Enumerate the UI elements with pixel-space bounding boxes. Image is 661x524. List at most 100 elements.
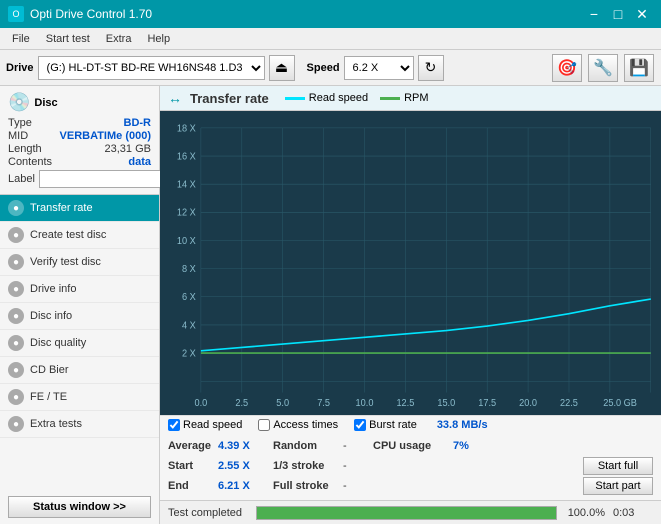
- svg-text:5.0: 5.0: [276, 398, 289, 410]
- minimize-button[interactable]: −: [583, 4, 605, 24]
- svg-text:17.5: 17.5: [478, 398, 496, 410]
- app-icon: O: [8, 6, 24, 22]
- drive-label: Drive: [6, 62, 34, 74]
- titlebar: O Opti Drive Control 1.70 − □ ✕: [0, 0, 661, 28]
- svg-text:6 X: 6 X: [182, 292, 196, 304]
- disc-header: 💿 Disc: [8, 92, 151, 113]
- legend-read-speed-label: Read speed: [309, 92, 368, 104]
- speed-select[interactable]: 6.2 X: [344, 56, 414, 80]
- nav-item-transfer-rate[interactable]: ● Transfer rate: [0, 195, 159, 222]
- status-window-button[interactable]: Status window >>: [8, 496, 151, 518]
- nav-icon-fe-te: ●: [8, 389, 24, 405]
- start-full-button[interactable]: Start full: [583, 457, 653, 475]
- nav-label-extra-tests: Extra tests: [30, 418, 82, 430]
- nav-icon-cd-bier: ●: [8, 362, 24, 378]
- menu-item-start-test[interactable]: Start test: [38, 31, 98, 47]
- nav-item-verify-test-disc[interactable]: ●Verify test disc: [0, 249, 159, 276]
- read-speed-checkbox[interactable]: [168, 419, 180, 431]
- main-layout: 💿 Disc Type BD-R MID VERBATIMe (000) Len…: [0, 86, 661, 524]
- svg-text:10 X: 10 X: [177, 235, 196, 247]
- nav-icon-transfer-rate: ●: [8, 200, 24, 216]
- third-stroke-label: 1/3 stroke: [273, 460, 343, 472]
- type-value: BD-R: [124, 117, 152, 129]
- status-text: Test completed: [168, 507, 248, 519]
- access-times-checkbox-label[interactable]: Access times: [258, 419, 338, 431]
- menu-item-extra[interactable]: Extra: [98, 31, 140, 47]
- svg-text:20.0: 20.0: [519, 398, 537, 410]
- eject-button[interactable]: ⏏: [269, 55, 295, 81]
- start-part-button[interactable]: Start part: [583, 477, 653, 495]
- contents-label: Contents: [8, 156, 52, 168]
- access-times-checkbox[interactable]: [258, 419, 270, 431]
- titlebar-controls: − □ ✕: [583, 4, 653, 24]
- svg-text:8 X: 8 X: [182, 264, 196, 276]
- chart-svg: 18 X 16 X 14 X 12 X 10 X 8 X 6 X 4 X 2 X…: [160, 111, 661, 415]
- legend-read-speed: Read speed: [285, 92, 368, 104]
- maximize-button[interactable]: □: [607, 4, 629, 24]
- nav-item-extra-tests[interactable]: ●Extra tests: [0, 411, 159, 438]
- menu-item-help[interactable]: Help: [139, 31, 178, 47]
- average-value: 4.39 X: [218, 440, 273, 452]
- nav-label-cd-bier: CD Bier: [30, 364, 69, 376]
- random-label: Random: [273, 440, 343, 452]
- target-button[interactable]: 🎯: [552, 54, 582, 82]
- nav: ●Transfer rate●Create test disc●Verify t…: [0, 195, 159, 490]
- settings-button[interactable]: 🔧: [588, 54, 618, 82]
- stats-checkboxes-row: Read speed Access times Burst rate 33.8 …: [160, 415, 661, 434]
- close-button[interactable]: ✕: [631, 4, 653, 24]
- progress-area: Test completed 100.0% 0:03: [160, 500, 661, 524]
- svg-text:4 X: 4 X: [182, 320, 196, 332]
- nav-item-create-test-disc[interactable]: ●Create test disc: [0, 222, 159, 249]
- progress-bar-fill: [257, 507, 556, 519]
- disc-panel: 💿 Disc Type BD-R MID VERBATIMe (000) Len…: [0, 86, 159, 195]
- type-label: Type: [8, 117, 32, 129]
- drive-select[interactable]: (G:) HL-DT-ST BD-RE WH16NS48 1.D3: [38, 56, 265, 80]
- nav-label-verify-test-disc: Verify test disc: [30, 256, 101, 268]
- disc-icon: 💿: [8, 92, 30, 113]
- end-value: 6.21 X: [218, 480, 273, 492]
- nav-label-transfer-rate: Transfer rate: [30, 202, 93, 214]
- random-value: -: [343, 440, 373, 452]
- read-speed-checkbox-label[interactable]: Read speed: [168, 419, 242, 431]
- chart-container: 18 X 16 X 14 X 12 X 10 X 8 X 6 X 4 X 2 X…: [160, 111, 661, 415]
- label-label: Label: [8, 173, 35, 185]
- titlebar-left: O Opti Drive Control 1.70: [8, 6, 152, 22]
- save-button[interactable]: 💾: [624, 54, 654, 82]
- mid-label: MID: [8, 130, 28, 142]
- label-input[interactable]: [39, 170, 177, 188]
- svg-text:15.0: 15.0: [437, 398, 455, 410]
- legend-rpm: RPM: [380, 92, 428, 104]
- mid-value: VERBATIMe (000): [60, 130, 151, 142]
- end-label: End: [168, 480, 218, 492]
- nav-item-drive-info[interactable]: ●Drive info: [0, 276, 159, 303]
- legend-read-speed-color: [285, 97, 305, 100]
- nav-icon-disc-info: ●: [8, 308, 24, 324]
- svg-text:25.0 GB: 25.0 GB: [603, 398, 637, 410]
- average-label: Average: [168, 440, 218, 452]
- menu-item-file[interactable]: File: [4, 31, 38, 47]
- legend-rpm-color: [380, 97, 400, 100]
- average-row: Average 4.39 X Random - CPU usage 7%: [168, 436, 653, 456]
- burst-rate-checkbox[interactable]: [354, 419, 366, 431]
- svg-text:22.5: 22.5: [560, 398, 578, 410]
- nav-item-disc-info[interactable]: ●Disc info: [0, 303, 159, 330]
- svg-text:16 X: 16 X: [177, 151, 196, 163]
- nav-item-cd-bier[interactable]: ● CD Bier: [0, 357, 159, 384]
- nav-item-disc-quality[interactable]: ●Disc quality: [0, 330, 159, 357]
- nav-label-fe-te: FE / TE: [30, 391, 67, 403]
- cpu-label: CPU usage: [373, 440, 453, 452]
- refresh-button[interactable]: ↻: [418, 55, 444, 81]
- svg-text:14 X: 14 X: [177, 179, 196, 191]
- full-stroke-label: Full stroke: [273, 480, 343, 492]
- end-row: End 6.21 X Full stroke - Start part: [168, 476, 653, 496]
- nav-item-fe-te[interactable]: ● FE / TE: [0, 384, 159, 411]
- chart-icon: ↔: [168, 90, 182, 106]
- start-label: Start: [168, 460, 218, 472]
- cpu-value: 7%: [453, 440, 653, 452]
- progress-percentage: 100.0%: [565, 507, 605, 519]
- app-title: Opti Drive Control 1.70: [30, 7, 152, 21]
- menubar: FileStart testExtraHelp: [0, 28, 661, 50]
- disc-type-row: Type BD-R: [8, 117, 151, 129]
- time-display: 0:03: [613, 507, 653, 519]
- burst-rate-checkbox-label[interactable]: Burst rate: [354, 419, 417, 431]
